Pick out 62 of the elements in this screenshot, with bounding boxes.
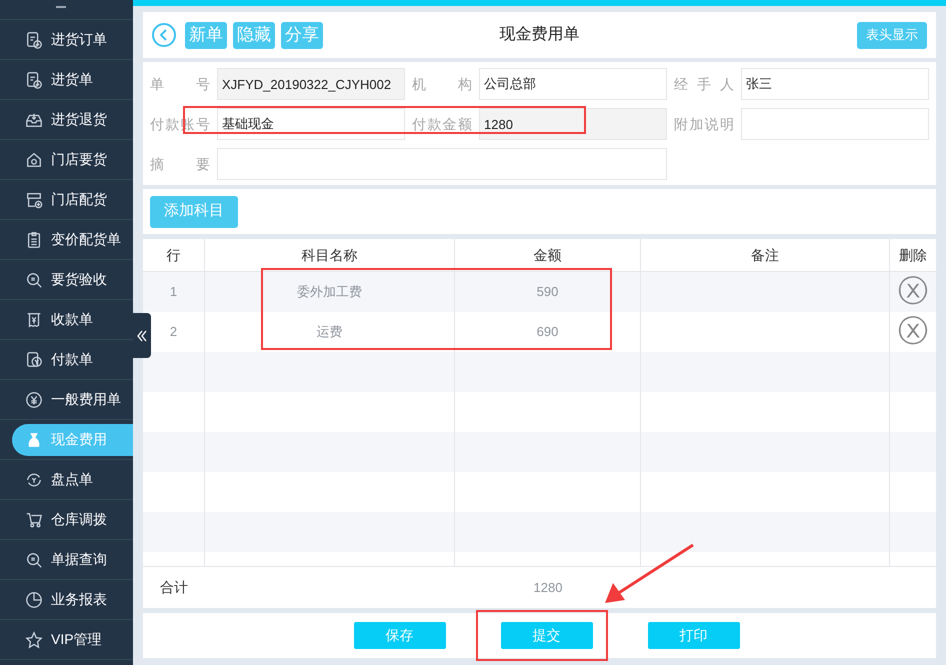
window-title: 现金费用单 bbox=[500, 24, 580, 45]
input-field[interactable]: 公司总部 bbox=[479, 68, 667, 100]
field-label: 付款金额 bbox=[412, 114, 472, 134]
sidebar-item[interactable]: 业务报表 bbox=[0, 584, 133, 616]
star-icon bbox=[25, 630, 43, 648]
column-header: 科目名称 bbox=[205, 239, 455, 271]
sidebar-item[interactable]: 变价配货单 bbox=[0, 224, 133, 256]
search-icon bbox=[25, 550, 43, 568]
house-icon bbox=[25, 150, 43, 168]
document-plus-icon bbox=[25, 30, 43, 48]
receipt-icon bbox=[25, 310, 43, 328]
document-yen-icon bbox=[25, 350, 43, 368]
field-label: 附加说明 bbox=[674, 114, 734, 134]
sidebar-item[interactable]: VIP管理 bbox=[0, 624, 133, 656]
table-cell-text: 委外加工费 bbox=[297, 283, 362, 302]
tray-icon bbox=[25, 110, 43, 128]
total-label: 合计 bbox=[159, 578, 189, 597]
input-field[interactable] bbox=[217, 148, 667, 180]
double-chevron-icon bbox=[137, 330, 147, 342]
sidebar-item[interactable]: 门店要货 bbox=[0, 144, 133, 176]
column-header: 删除 bbox=[898, 246, 928, 264]
sidebar-item[interactable]: 要货验收 bbox=[0, 264, 133, 296]
cart-icon bbox=[25, 510, 43, 528]
table-cell-text: 690 bbox=[536, 323, 558, 342]
shop-icon bbox=[25, 190, 43, 208]
yen-coin-icon bbox=[25, 390, 43, 408]
pie-chart-icon bbox=[25, 590, 43, 608]
sidebar-item[interactable]: 门店配货 bbox=[0, 184, 133, 216]
table-cell-text: 590 bbox=[536, 283, 558, 302]
back-button[interactable] bbox=[152, 23, 176, 47]
field-label: 单号 bbox=[150, 74, 210, 94]
input-field[interactable] bbox=[741, 108, 929, 140]
field-label: 摘要 bbox=[150, 154, 210, 174]
table-cell-text: 2 bbox=[170, 323, 178, 342]
field-label: 机构 bbox=[412, 74, 472, 94]
field-label: 经手人 bbox=[674, 74, 734, 94]
sidebar-item[interactable]: 进货单 bbox=[0, 64, 133, 96]
chevron-left-icon bbox=[160, 29, 168, 41]
sidebar-item[interactable]: 单据查询 bbox=[0, 544, 133, 576]
input-field[interactable]: 张三 bbox=[741, 68, 929, 100]
search-icon bbox=[25, 270, 43, 288]
table-cell-text: 1 bbox=[170, 283, 178, 302]
sidebar-item[interactable]: 收款单 bbox=[0, 304, 133, 336]
sidebar-item[interactable]: 盘点单 bbox=[0, 464, 133, 496]
input-field[interactable]: XJFYD_20190322_CJYH002 bbox=[217, 68, 405, 100]
delete-button[interactable]: ⓧ bbox=[898, 317, 928, 347]
cycle-icon bbox=[25, 470, 43, 488]
sidebar-item[interactable]: 一般费用单 bbox=[0, 384, 133, 416]
column-header: 金额 bbox=[455, 239, 641, 271]
column-header: 行 bbox=[143, 239, 205, 271]
table-cell-text: 运费 bbox=[316, 323, 342, 342]
document-plus-icon bbox=[25, 70, 43, 88]
sidebar-item[interactable]: 付款单 bbox=[0, 344, 133, 376]
input-field[interactable]: 1280 bbox=[479, 108, 667, 140]
clipboard-icon bbox=[25, 230, 43, 248]
column-header: 备注 bbox=[641, 239, 890, 271]
input-field[interactable]: 基础现金 bbox=[217, 108, 405, 140]
sidebar-item[interactable]: 进货订单 bbox=[0, 24, 133, 56]
sidebar-item[interactable]: 仓库调拨 bbox=[0, 504, 133, 536]
collapse-handle[interactable] bbox=[133, 313, 151, 358]
total-value: 1280 bbox=[532, 578, 564, 597]
sidebar-item[interactable]: 进货退货 bbox=[0, 104, 133, 136]
